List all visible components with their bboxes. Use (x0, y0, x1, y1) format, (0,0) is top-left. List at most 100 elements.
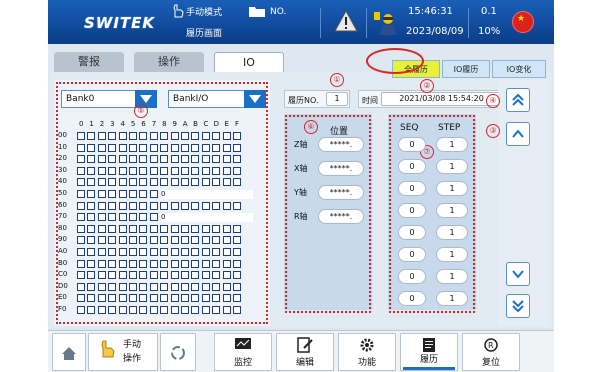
io-bit-cell[interactable] (87, 178, 96, 187)
io-bit-cell[interactable] (108, 178, 117, 187)
io-bit-cell[interactable] (233, 248, 241, 256)
io-bit-cell[interactable] (191, 294, 200, 303)
warning-icon[interactable] (334, 10, 358, 32)
io-bit-cell[interactable] (191, 236, 200, 245)
io-bit-cell[interactable] (77, 166, 85, 175)
io-bit-cell[interactable] (108, 213, 117, 222)
io-bit-cell[interactable] (87, 236, 96, 245)
io-bit-cell[interactable] (129, 166, 137, 175)
io-bit-cell[interactable] (108, 132, 117, 140)
io-bit-cell[interactable] (191, 166, 200, 175)
io-bit-cell[interactable] (222, 132, 231, 140)
io-bit-cell[interactable] (77, 259, 85, 268)
io-bit-cell[interactable] (233, 132, 241, 140)
io-bit-cell[interactable] (149, 213, 158, 222)
io-bit-cell[interactable] (170, 132, 179, 140)
io-bit-cell[interactable] (129, 306, 137, 314)
io-bit-cell[interactable] (149, 166, 158, 175)
io-bit-cell[interactable] (212, 282, 221, 291)
io-bit-cell[interactable] (149, 190, 158, 198)
io-bit-cell[interactable] (212, 259, 221, 268)
next-button[interactable] (506, 262, 530, 286)
io-bit-cell[interactable] (108, 201, 117, 210)
io-bit-cell[interactable] (87, 132, 96, 140)
tab-alarm[interactable]: 警报 (54, 52, 124, 72)
cycle-button[interactable] (160, 333, 196, 371)
io-bit-cell[interactable] (201, 132, 210, 140)
io-bit-cell[interactable] (97, 178, 106, 187)
io-bit-cell[interactable] (181, 132, 189, 140)
io-bit-cell[interactable] (212, 236, 221, 245)
io-bit-cell[interactable] (170, 282, 179, 291)
io-bit-cell[interactable] (160, 166, 169, 175)
io-bit-cell[interactable] (212, 155, 221, 164)
io-bit-cell[interactable] (201, 271, 210, 280)
io-bit-cell[interactable] (201, 236, 210, 245)
io-bit-cell[interactable] (233, 259, 241, 268)
first-page-button[interactable] (506, 88, 530, 112)
io-bit-cell[interactable] (233, 143, 241, 152)
io-bit-cell[interactable] (149, 201, 158, 210)
io-bit-cell[interactable] (191, 248, 200, 256)
io-bit-cell[interactable] (191, 282, 200, 291)
home-button[interactable] (52, 333, 86, 371)
io-bit-cell[interactable] (233, 224, 241, 233)
io-bit-cell[interactable] (108, 271, 117, 280)
io-bit-cell[interactable] (160, 155, 169, 164)
io-bit-cell[interactable] (129, 282, 137, 291)
io-bit-cell[interactable] (129, 271, 137, 280)
io-bit-cell[interactable] (108, 190, 117, 198)
tab-io[interactable]: IO (214, 52, 284, 72)
io-bit-cell[interactable] (170, 236, 179, 245)
io-bit-cell[interactable] (87, 282, 96, 291)
prev-button[interactable] (506, 122, 530, 146)
io-bit-cell[interactable] (160, 132, 169, 140)
io-bit-cell[interactable] (118, 178, 127, 187)
io-bit-cell[interactable] (170, 201, 179, 210)
io-bit-cell[interactable] (97, 306, 106, 314)
io-bit-cell[interactable] (108, 166, 117, 175)
io-bit-cell[interactable] (97, 271, 106, 280)
function-button[interactable]: 功能 (338, 333, 396, 371)
io-bit-cell[interactable] (97, 155, 106, 164)
io-bit-cell[interactable] (170, 306, 179, 314)
io-bit-cell[interactable] (139, 132, 148, 140)
io-bit-cell[interactable] (181, 201, 189, 210)
io-bit-cell[interactable] (118, 271, 127, 280)
io-bit-cell[interactable] (118, 190, 127, 198)
io-bit-cell[interactable] (181, 224, 189, 233)
io-bit-cell[interactable] (118, 224, 127, 233)
io-bit-cell[interactable] (129, 294, 137, 303)
io-bit-cell[interactable] (160, 259, 169, 268)
io-bit-cell[interactable] (160, 271, 169, 280)
io-bit-cell[interactable] (87, 271, 96, 280)
io-bit-cell[interactable] (191, 132, 200, 140)
io-bit-cell[interactable] (222, 306, 231, 314)
io-bit-cell[interactable] (160, 236, 169, 245)
io-bit-cell[interactable] (87, 248, 96, 256)
io-bit-cell[interactable] (222, 143, 231, 152)
io-bit-cell[interactable] (191, 201, 200, 210)
io-bit-cell[interactable] (233, 166, 241, 175)
operator-icon[interactable] (373, 10, 399, 36)
io-bit-cell[interactable] (87, 166, 96, 175)
io-bit-cell[interactable] (170, 271, 179, 280)
io-bit-cell[interactable] (108, 236, 117, 245)
io-bit-cell[interactable] (170, 178, 179, 187)
io-bit-cell[interactable] (149, 132, 158, 140)
io-bit-cell[interactable] (108, 248, 117, 256)
io-bit-cell[interactable] (97, 224, 106, 233)
io-bit-cell[interactable] (108, 259, 117, 268)
subtab-io-change[interactable]: IO变化 (492, 60, 546, 78)
io-bit-cell[interactable] (77, 178, 85, 187)
io-bit-cell[interactable] (129, 236, 137, 245)
io-bit-cell[interactable] (118, 201, 127, 210)
io-bit-cell[interactable] (160, 294, 169, 303)
io-bit-cell[interactable] (139, 271, 148, 280)
io-bit-cell[interactable] (77, 236, 85, 245)
io-bit-cell[interactable] (201, 224, 210, 233)
io-bit-cell[interactable] (149, 271, 158, 280)
io-bit-cell[interactable] (87, 190, 96, 198)
io-bit-cell[interactable] (160, 306, 169, 314)
io-bit-cell[interactable] (149, 306, 158, 314)
